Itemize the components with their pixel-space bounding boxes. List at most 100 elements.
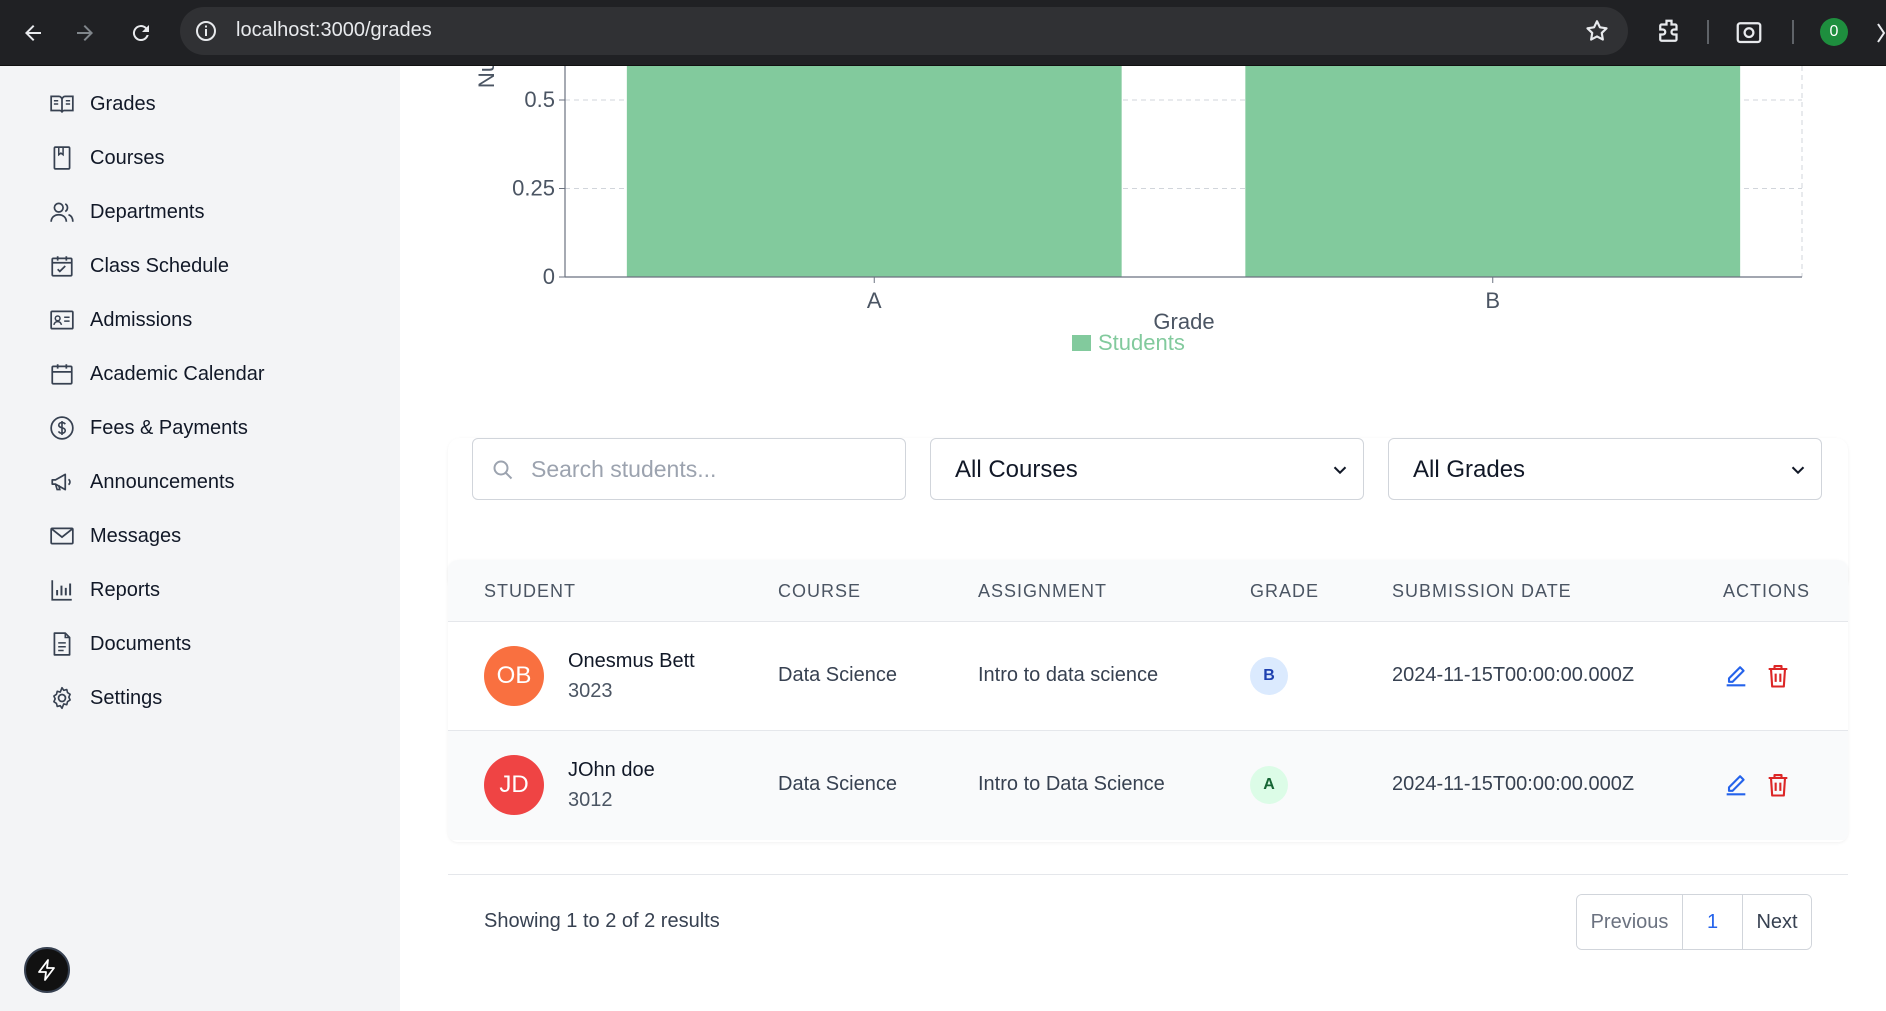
book-icon bbox=[48, 144, 76, 172]
address-bar[interactable]: localhost:3000/grades bbox=[180, 7, 1628, 55]
chevron-down-icon bbox=[1333, 466, 1347, 475]
search-input[interactable] bbox=[531, 449, 891, 489]
bar bbox=[626, 66, 1122, 277]
sidebar-item-label: Settings bbox=[90, 686, 163, 709]
assignment-cell: Intro to Data Science bbox=[978, 773, 1165, 795]
legend-label: Students bbox=[1098, 330, 1185, 355]
y-axis-label: Nu bbox=[474, 66, 499, 88]
extensions-icon[interactable] bbox=[1654, 17, 1684, 47]
screenshot-icon[interactable] bbox=[1734, 17, 1764, 47]
lightning-icon bbox=[38, 959, 55, 981]
trash-icon[interactable] bbox=[1764, 662, 1792, 690]
id-card-icon bbox=[48, 306, 76, 334]
arrow-right-icon bbox=[77, 25, 93, 41]
x-tick-label: B bbox=[1485, 288, 1500, 313]
column-header-actions: ACTIONS bbox=[1723, 581, 1811, 601]
sidebar-item-courses[interactable]: Courses bbox=[48, 140, 164, 176]
page-number-button[interactable]: 1 bbox=[1683, 895, 1743, 949]
column-header-grade: GRADE bbox=[1250, 581, 1320, 601]
trash-icon[interactable] bbox=[1764, 771, 1792, 799]
sidebar-item-label: Messages bbox=[90, 524, 182, 547]
sidebar-item-admissions[interactable]: Admissions bbox=[48, 302, 192, 338]
course-select[interactable]: All Courses bbox=[930, 438, 1364, 500]
edit-icon[interactable] bbox=[1722, 662, 1750, 690]
chevron-down-icon bbox=[1791, 466, 1805, 475]
table-row: JD JOhn doe 3012 Data Science Intro to D… bbox=[448, 731, 1848, 840]
student-id: 3012 bbox=[568, 789, 613, 811]
toolbar-separator bbox=[1707, 20, 1709, 44]
grade-select[interactable]: All Grades bbox=[1388, 438, 1822, 500]
sidebar-item-messages[interactable]: Messages bbox=[48, 518, 181, 554]
users-icon bbox=[48, 198, 76, 226]
star-icon[interactable] bbox=[1584, 18, 1610, 44]
toolbar-separator bbox=[1792, 20, 1794, 44]
browser-toolbar: localhost:3000/grades 0 bbox=[0, 0, 1886, 66]
sidebar-item-label: Announcements bbox=[90, 470, 235, 493]
edit-icon[interactable] bbox=[1722, 771, 1750, 799]
table-header: STUDENT COURSE ASSIGNMENT GRADE SUBMISSI… bbox=[448, 560, 1848, 622]
sidebar-item-label: Admissions bbox=[90, 308, 193, 331]
table-row: OB Onesmus Bett 3023 Data Science Intro … bbox=[448, 622, 1848, 731]
y-tick-label: 0 bbox=[543, 264, 555, 289]
sidebar-item-label: Class Schedule bbox=[90, 254, 229, 277]
student-name: JOhn doe bbox=[568, 759, 655, 781]
file-text-icon bbox=[48, 630, 76, 658]
profile-avatar[interactable]: 0 bbox=[1820, 18, 1848, 46]
sidebar-item-label: Grades bbox=[90, 92, 156, 115]
reload-button[interactable] bbox=[122, 14, 160, 52]
sidebar-item-label: Departments bbox=[90, 200, 205, 223]
next-page-button[interactable]: Next bbox=[1743, 895, 1811, 949]
sidebar-item-reports[interactable]: Reports bbox=[48, 572, 160, 608]
grade-badge: A bbox=[1250, 766, 1288, 804]
search-field[interactable] bbox=[472, 438, 906, 500]
column-header-assignment: ASSIGNMENT bbox=[978, 581, 1108, 601]
sidebar-item-class-schedule[interactable]: Class Schedule bbox=[48, 248, 229, 284]
column-header-course: COURSE bbox=[778, 581, 862, 601]
grade-distribution-chart: 00.250.5A BNuGradeStudents bbox=[474, 66, 1803, 355]
main-content: 00.250.5ABNuGradeStudents All Courses Al… bbox=[400, 66, 1886, 1011]
forward-button[interactable] bbox=[66, 14, 104, 52]
sidebar-item-label: Courses bbox=[90, 146, 165, 169]
student-name: Onesmus Bett bbox=[568, 650, 695, 672]
sidebar-item-announcements[interactable]: Announcements bbox=[48, 464, 235, 500]
sidebar-item-academic-calendar[interactable]: Academic Calendar bbox=[48, 356, 265, 392]
bar bbox=[1245, 66, 1741, 277]
bar-chart-icon bbox=[48, 576, 76, 604]
x-tick-label: A bbox=[867, 288, 882, 313]
url-text: localhost:3000/grades bbox=[236, 19, 432, 41]
student-id: 3023 bbox=[568, 680, 613, 702]
sidebar-item-label: Fees & Payments bbox=[90, 416, 248, 439]
y-tick-label: 0.25 bbox=[512, 176, 555, 201]
grade-badge: B bbox=[1250, 657, 1288, 695]
grades-table: STUDENT COURSE ASSIGNMENT GRADE SUBMISSI… bbox=[448, 560, 1848, 842]
back-button[interactable] bbox=[14, 14, 52, 52]
menu-icon[interactable] bbox=[1876, 22, 1886, 44]
results-summary: Showing 1 to 2 of 2 results bbox=[484, 910, 720, 932]
reload-icon bbox=[132, 25, 149, 42]
course-cell: Data Science bbox=[778, 773, 897, 795]
pagination: Previous 1 Next bbox=[1576, 894, 1812, 950]
sidebar-item-fees-payments[interactable]: Fees & Payments bbox=[48, 410, 248, 446]
dollar-circle-icon bbox=[48, 414, 76, 442]
legend-swatch bbox=[1072, 335, 1091, 351]
sidebar: Grades Courses Departments Class Schedul… bbox=[0, 66, 400, 1011]
course-select-value: All Courses bbox=[955, 456, 1078, 483]
submission-date-cell: 2024-11-15T00:00:00.000Z bbox=[1392, 773, 1635, 795]
sidebar-item-documents[interactable]: Documents bbox=[48, 626, 191, 662]
sidebar-item-departments[interactable]: Departments bbox=[48, 194, 205, 230]
submission-date-cell: 2024-11-15T00:00:00.000Z bbox=[1392, 664, 1635, 686]
grade-select-value: All Grades bbox=[1413, 456, 1526, 483]
book-open-icon bbox=[48, 90, 76, 118]
sidebar-item-label: Documents bbox=[90, 632, 192, 655]
course-cell: Data Science bbox=[778, 664, 897, 686]
mail-icon bbox=[48, 522, 76, 550]
megaphone-icon bbox=[48, 468, 76, 496]
calendar-check-icon bbox=[48, 252, 76, 280]
column-header-submission-date: SUBMISSION DATE bbox=[1392, 581, 1572, 601]
sidebar-item-grades[interactable]: Grades bbox=[48, 86, 156, 122]
info-icon[interactable] bbox=[194, 19, 218, 43]
sidebar-item-label: Reports bbox=[90, 578, 161, 601]
previous-page-button[interactable]: Previous bbox=[1577, 895, 1683, 949]
sidebar-item-settings[interactable]: Settings bbox=[48, 680, 162, 716]
dev-tools-button[interactable] bbox=[24, 947, 70, 993]
